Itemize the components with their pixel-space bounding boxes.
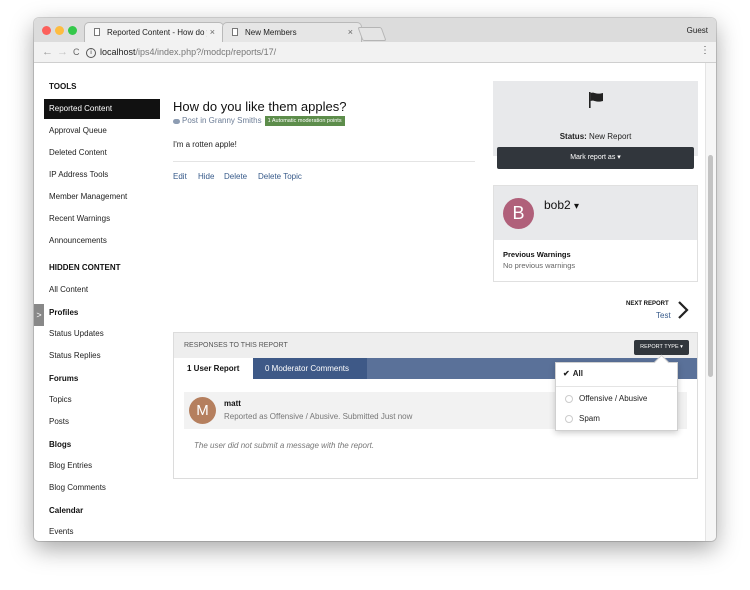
- close-tab-icon[interactable]: ×: [210, 27, 215, 37]
- browser-toolbar: ← → C i localhost/ips4/index.php?/modcp/r…: [34, 42, 716, 63]
- sidebar-heading-tools: TOOLS: [49, 82, 77, 91]
- tab-title: New Members: [245, 28, 297, 37]
- menu-item-spam[interactable]: Spam: [556, 414, 677, 423]
- forward-arrow-icon[interactable]: →: [57, 46, 68, 58]
- status-label: Status:: [559, 132, 587, 141]
- delete-link[interactable]: Delete: [224, 172, 247, 181]
- page-content: TOOLS Reported Content Approval Queue De…: [34, 63, 706, 541]
- responses-title: RESPONSES TO THIS REPORT: [184, 342, 288, 349]
- report-message: The user did not submit a message with t…: [194, 441, 375, 450]
- address-bar[interactable]: i localhost/ips4/index.php?/modcp/reports…: [86, 45, 703, 59]
- checkmark-icon: ✔: [563, 369, 570, 378]
- tab-title: Reported Content - How do yo: [107, 28, 207, 37]
- sidebar-heading-hidden-content: HIDDEN CONTENT: [49, 263, 121, 272]
- minimize-window-button[interactable]: [55, 26, 64, 35]
- sidebar-heading-calendar: Calendar: [49, 506, 84, 515]
- caret-down-icon[interactable]: ▾: [574, 201, 579, 212]
- post-location-link[interactable]: Post in Granny Smiths: [182, 116, 262, 125]
- close-tab-icon[interactable]: ×: [348, 27, 353, 37]
- divider: [556, 386, 677, 387]
- report-status-panel: Status: New Report: [493, 81, 698, 156]
- previous-warnings-heading: Previous Warnings: [503, 250, 571, 259]
- mark-report-as-button[interactable]: Mark report as ▾: [497, 147, 694, 169]
- report-type-menu: ✔ All Offensive / Abusive Spam: [555, 354, 678, 431]
- sidebar-item-status-replies[interactable]: Status Replies: [49, 351, 101, 360]
- sidebar-item-topics[interactable]: Topics: [49, 395, 72, 404]
- reported-user-panel: B bob2 ▾ Previous Warnings No previous w…: [493, 185, 698, 282]
- radio-icon: [565, 394, 573, 403]
- tab-strip: Reported Content - How do yo × New Membe…: [34, 18, 716, 42]
- user-name: bob2: [544, 198, 571, 212]
- sidebar-item-member-management[interactable]: Member Management: [49, 192, 127, 201]
- sidebar-heading-profiles: Profiles: [49, 308, 79, 317]
- info-icon[interactable]: i: [86, 47, 96, 58]
- avatar[interactable]: B: [503, 198, 534, 229]
- report-status: Status: New Report: [493, 132, 698, 141]
- browser-tab-reported-content[interactable]: Reported Content - How do yo ×: [84, 22, 224, 42]
- page-scrollbar[interactable]: [705, 63, 716, 541]
- zoom-window-button[interactable]: [68, 26, 77, 35]
- moderation-points-badge: 1 Automatic moderation points: [264, 116, 345, 126]
- back-arrow-icon[interactable]: ←: [42, 46, 53, 58]
- tab-user-reports[interactable]: 1 User Report: [174, 358, 253, 379]
- reporter-name-link[interactable]: matt: [224, 399, 241, 408]
- menu-item-label: Offensive / Abusive: [579, 394, 648, 403]
- report-type-button[interactable]: REPORT TYPE ▾: [634, 340, 689, 355]
- sidebar-heading-forums: Forums: [49, 374, 79, 383]
- status-value: New Report: [589, 132, 632, 141]
- url-path: /ips4/index.php?/modcp/reports/17/: [135, 47, 277, 57]
- sidebar-item-deleted-content[interactable]: Deleted Content: [49, 148, 107, 157]
- divider: [173, 161, 475, 162]
- user-name-link[interactable]: bob2 ▾: [544, 198, 579, 212]
- user-header: B bob2 ▾: [494, 186, 697, 240]
- browser-menu-icon[interactable]: ⋮: [700, 45, 710, 56]
- sidebar-item-reported-content[interactable]: Reported Content: [44, 99, 160, 119]
- next-report-link[interactable]: Test: [656, 311, 671, 320]
- flag-icon: [589, 92, 603, 108]
- new-tab-button[interactable]: [357, 27, 387, 41]
- sidebar-item-status-updates[interactable]: Status Updates: [49, 329, 104, 338]
- reload-icon[interactable]: C: [73, 47, 80, 57]
- menu-item-offensive-abusive[interactable]: Offensive / Abusive: [556, 394, 677, 403]
- avatar[interactable]: M: [189, 397, 216, 424]
- profile-label[interactable]: Guest: [687, 26, 708, 35]
- report-description: Reported as Offensive / Abusive. Submitt…: [224, 412, 413, 421]
- post-title[interactable]: How do you like them apples?: [173, 99, 346, 114]
- menu-item-label: All: [572, 369, 583, 378]
- comment-icon: [173, 118, 180, 124]
- document-icon: [232, 28, 238, 36]
- close-window-button[interactable]: [42, 26, 51, 35]
- document-icon: [94, 28, 100, 36]
- sidebar-item-blog-entries[interactable]: Blog Entries: [49, 461, 92, 470]
- sidebar-toggle-chevron-icon[interactable]: >: [34, 304, 44, 326]
- responses-header: RESPONSES TO THIS REPORT REPORT TYPE ▾: [174, 333, 697, 358]
- menu-item-all[interactable]: ✔ All: [556, 369, 677, 378]
- sidebar-item-approval-queue[interactable]: Approval Queue: [49, 126, 107, 135]
- hide-link[interactable]: Hide: [198, 172, 214, 181]
- sidebar-item-recent-warnings[interactable]: Recent Warnings: [49, 214, 110, 223]
- sidebar-item-events[interactable]: Events: [49, 527, 73, 536]
- scrollbar-thumb[interactable]: [708, 155, 713, 377]
- sidebar-heading-blogs: Blogs: [49, 440, 72, 449]
- sidebar-item-posts[interactable]: Posts: [49, 417, 69, 426]
- next-report-label: NEXT REPORT: [626, 301, 669, 307]
- menu-item-label: Spam: [579, 414, 600, 423]
- sidebar-item-blog-comments[interactable]: Blog Comments: [49, 483, 106, 492]
- post-meta: Post in Granny Smiths 1 Automatic moderat…: [173, 116, 345, 126]
- edit-link[interactable]: Edit: [173, 172, 187, 181]
- url-host: localhost: [100, 47, 136, 57]
- chevron-right-icon[interactable]: [676, 300, 690, 320]
- browser-window: Reported Content - How do yo × New Membe…: [34, 18, 716, 541]
- tab-moderator-comments[interactable]: 0 Moderator Comments: [253, 358, 367, 379]
- sidebar-item-announcements[interactable]: Announcements: [49, 236, 107, 245]
- sidebar-item-ip-address-tools[interactable]: IP Address Tools: [49, 170, 108, 179]
- post-body: I'm a rotten apple!: [173, 140, 237, 149]
- browser-tab-new-members[interactable]: New Members ×: [222, 22, 362, 42]
- previous-warnings-value: No previous warnings: [503, 261, 576, 270]
- delete-topic-link[interactable]: Delete Topic: [258, 172, 302, 181]
- radio-icon: [565, 414, 573, 423]
- sidebar-item-all-content[interactable]: All Content: [49, 285, 88, 294]
